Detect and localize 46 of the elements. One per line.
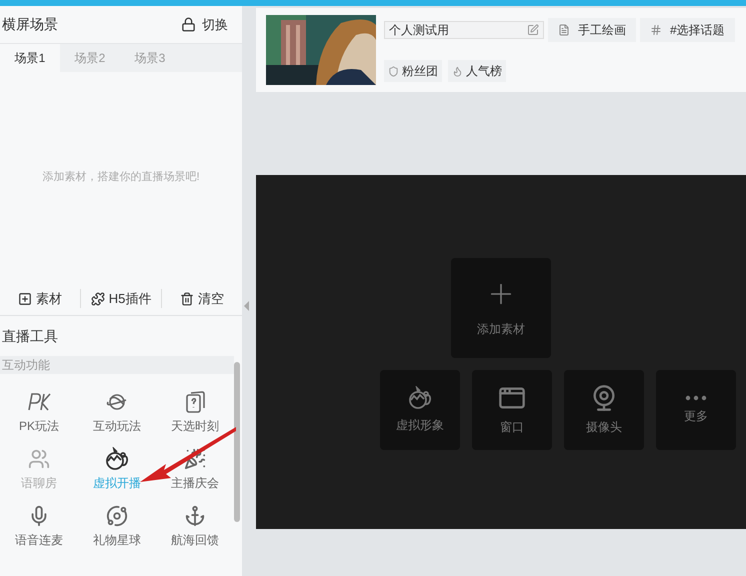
edit-icon <box>527 24 539 36</box>
group-label: 互动功能 <box>2 357 50 374</box>
tool-item[interactable]: 互动玩法 <box>78 390 156 435</box>
lock-icon <box>181 17 196 32</box>
avatar-icon <box>104 447 130 471</box>
toolbar-button[interactable]: 素材 <box>18 288 62 308</box>
party-icon <box>184 448 206 470</box>
tool-item[interactable]: 主播庆会 <box>156 447 234 492</box>
document-icon <box>558 24 570 36</box>
source-card[interactable]: 虚拟形象 <box>380 370 460 450</box>
pk-icon <box>26 391 52 413</box>
tool-item[interactable]: 礼物星球 <box>78 504 156 549</box>
add-icon <box>18 292 32 306</box>
toolbar-button[interactable]: 清空 <box>180 288 224 308</box>
anchor-icon <box>184 505 206 527</box>
shield-icon <box>388 66 399 76</box>
collapse-handle[interactable] <box>244 301 249 311</box>
card-icon <box>184 390 206 414</box>
add-source-card[interactable]: 添加素材 <box>451 258 551 358</box>
switch-button[interactable]: 切换 <box>181 14 228 34</box>
puzzle-icon <box>90 292 105 306</box>
more-icon <box>685 395 707 401</box>
source-card[interactable]: 更多 <box>656 370 736 450</box>
title-field[interactable]: 个人测试用 <box>384 21 544 39</box>
scene-tab[interactable]: 场景1 <box>0 44 60 72</box>
tool-item[interactable]: 天选时刻 <box>156 390 234 435</box>
scrollbar[interactable] <box>234 362 240 522</box>
flame-icon <box>452 66 463 76</box>
panel-title: 横屏场景 <box>2 15 58 34</box>
tag-button[interactable]: 手工绘画 <box>548 18 636 42</box>
hash-icon <box>650 24 662 36</box>
tool-item[interactable]: 航海回馈 <box>156 504 234 549</box>
toolbar-button[interactable]: H5插件 <box>90 288 152 308</box>
avatar-icon <box>407 386 433 410</box>
planet-icon <box>106 505 128 527</box>
source-card[interactable]: 摄像头 <box>564 370 644 450</box>
badge-button[interactable]: 人气榜 <box>448 60 506 82</box>
section-title: 直播工具 <box>2 326 58 346</box>
badge-button[interactable]: 粉丝团 <box>384 60 442 82</box>
tag-button[interactable]: #选择话题 <box>640 18 735 42</box>
tool-item[interactable]: PK玩法 <box>0 390 78 435</box>
people-icon <box>28 448 50 470</box>
source-card[interactable]: 窗口 <box>472 370 552 450</box>
trash-icon <box>180 292 194 306</box>
tool-item[interactable]: 语音连麦 <box>0 504 78 549</box>
empty-hint: 添加素材，搭建你的直播场景吧! <box>42 170 200 185</box>
